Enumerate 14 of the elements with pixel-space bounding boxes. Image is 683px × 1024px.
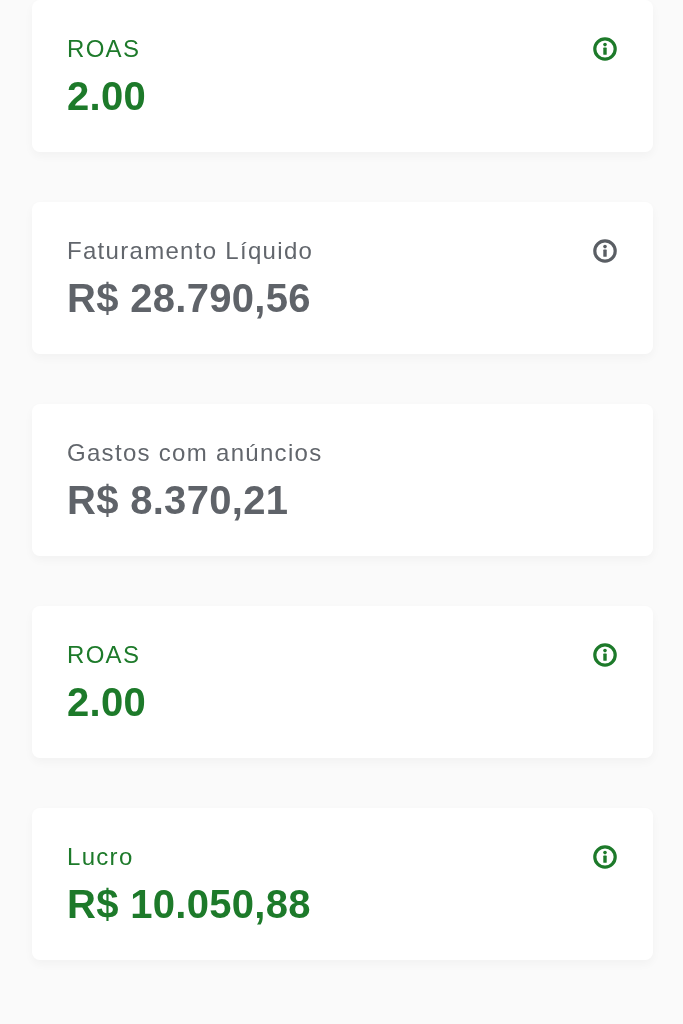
metric-label: Faturamento Líquido [67,237,314,265]
metric-label: ROAS [67,641,142,669]
info-icon[interactable] [593,239,617,263]
info-icon[interactable] [593,845,617,869]
metric-label: ROAS [67,35,142,63]
metric-value: R$ 8.370,21 [67,477,290,524]
metric-label: Gastos com anúncios [67,439,323,467]
info-icon[interactable] [593,37,617,61]
metric-value: 2.00 [67,73,147,120]
metric-value: R$ 10.050,88 [67,881,311,928]
metric-value: R$ 28.790,56 [67,275,312,322]
metric-label: Lucro [67,843,135,871]
info-icon[interactable] [593,643,617,667]
metric-value: 2.00 [67,679,147,726]
